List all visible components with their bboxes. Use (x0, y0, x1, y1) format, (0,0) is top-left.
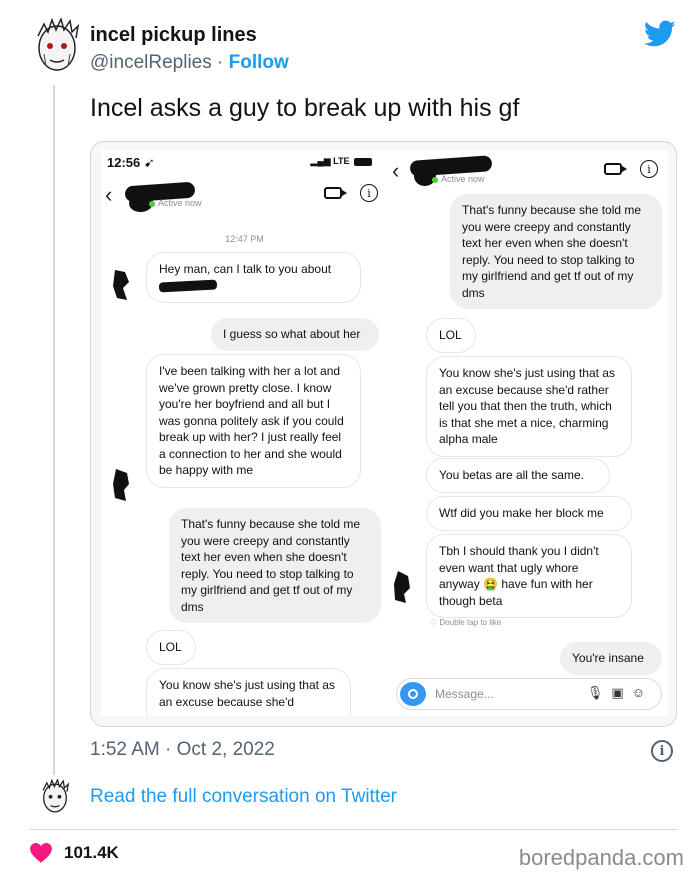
boredpanda-watermark: boredpanda.com (518, 845, 684, 870)
instagram-screenshot-left: 12:56 ➹ ▂▄▆ LTE ‹ Active now i 12:47 PM … (101, 150, 388, 716)
author-line: @incelReplies · Follow (90, 52, 289, 74)
message-bubble[interactable]: LOL (146, 630, 196, 665)
message-bubble[interactable]: Hey man, can I talk to you about (146, 252, 361, 303)
video-call-icon[interactable] (603, 163, 627, 175)
video-call-icon[interactable] (323, 187, 347, 199)
read-full-conversation-link[interactable]: Read the full conversation on Twitter (90, 786, 397, 808)
redacted-sender-avatar (113, 469, 129, 501)
redacted-name-scribble (158, 279, 218, 293)
composer-actions: 🎙▣☺ (587, 685, 653, 701)
tweet-media[interactable]: 12:56 ➹ ▂▄▆ LTE ‹ Active now i 12:47 PM … (90, 141, 677, 727)
microphone-icon[interactable]: 🎙 (587, 685, 612, 700)
tweet-timestamp[interactable]: 1:52 AM · Oct 2, 2022 (90, 739, 275, 761)
thread-line (53, 85, 55, 775)
back-chevron-icon[interactable]: ‹ (105, 182, 112, 208)
author-block: incel pickup lines @incelReplies · Follo… (90, 24, 289, 74)
message-bubble[interactable]: You're insane (560, 642, 662, 675)
tweet-header: incel pickup lines @incelReplies · Follo… (30, 18, 680, 78)
message-timestamp: 12:47 PM (225, 234, 264, 244)
message-bubble[interactable]: You know she's just using that as an exc… (426, 356, 632, 457)
back-chevron-icon[interactable]: ‹ (392, 158, 399, 184)
active-dot-icon (432, 176, 438, 183)
message-bubble[interactable]: You know she's just using that as an exc… (146, 668, 351, 716)
message-bubble[interactable]: I guess so what about her (211, 318, 379, 351)
author-handle[interactable]: @incelReplies (90, 52, 212, 73)
author-name[interactable]: incel pickup lines (90, 24, 289, 47)
chat-header-actions: i (323, 184, 378, 202)
active-status: Active now (432, 174, 485, 184)
chat-header: ‹ Active now i (388, 152, 668, 188)
author-avatar-small[interactable] (38, 779, 72, 817)
like-count: 101.4K (64, 843, 119, 862)
info-icon[interactable]: i (651, 740, 673, 762)
twitter-bird-icon[interactable] (644, 20, 676, 48)
message-bubble[interactable]: That's funny because she told me you wer… (450, 194, 662, 309)
reaction-hint[interactable]: ♡ Double tap to like (430, 618, 501, 627)
info-icon[interactable]: i (360, 184, 378, 202)
phone-status-bar: 12:56 ➹ ▂▄▆ LTE (101, 150, 388, 176)
heart-icon[interactable] (30, 843, 52, 863)
message-composer[interactable]: Message... 🎙▣☺ (396, 678, 662, 710)
message-bubble[interactable]: Wtf did you make her block me (426, 496, 632, 531)
active-status: Active now (149, 198, 202, 208)
battery-icon (354, 157, 372, 166)
like-row[interactable]: 101.4K (30, 843, 119, 863)
active-dot-icon (149, 200, 155, 207)
heart-outline-icon: ♡ (430, 618, 438, 627)
camera-icon[interactable] (400, 682, 426, 706)
message-bubble[interactable]: Tbh I should thank you I didn't even wan… (426, 534, 632, 618)
instagram-screenshot-right: ‹ Active now i That's funny because she … (388, 150, 668, 716)
image-icon[interactable]: ▣ (611, 685, 631, 700)
message-input[interactable]: Message... (435, 687, 494, 701)
redacted-sender-avatar (394, 571, 410, 603)
sticker-icon[interactable]: ☺ (632, 685, 653, 700)
chat-header-actions: i (603, 160, 658, 178)
chat-header: ‹ Active now i (101, 176, 388, 213)
divider (30, 829, 678, 830)
follow-button[interactable]: Follow (229, 52, 289, 73)
message-bubble[interactable]: LOL (426, 318, 476, 353)
tweet-text: Incel asks a guy to break up with his gf (90, 94, 520, 122)
message-bubble[interactable]: You betas are all the same. (426, 458, 610, 493)
message-bubble[interactable]: That's funny because she told me you wer… (169, 508, 381, 623)
nauseated-face-emoji: 🤮 (483, 577, 498, 591)
author-avatar[interactable] (30, 18, 84, 78)
handle-separator: · (217, 52, 224, 73)
status-time: 12:56 ➹ (107, 155, 155, 170)
status-signal: ▂▄▆ LTE (310, 156, 372, 167)
message-bubble[interactable]: I've been talking with her a lot and we'… (146, 354, 361, 488)
info-icon[interactable]: i (640, 160, 658, 178)
redacted-sender-avatar (113, 270, 129, 300)
